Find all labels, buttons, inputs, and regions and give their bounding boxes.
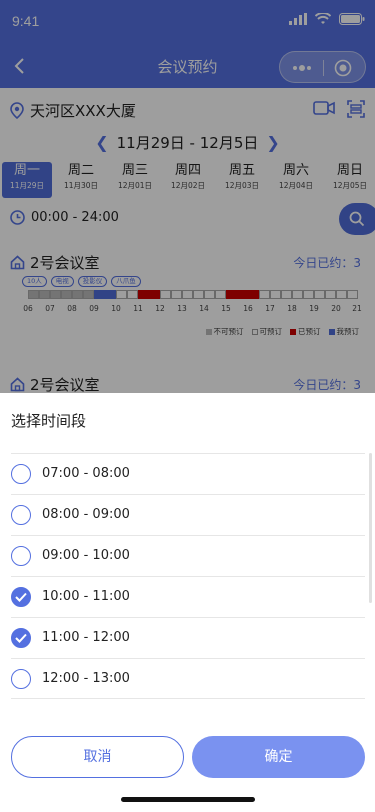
radio-unchecked-icon[interactable] — [11, 546, 31, 566]
time-slot-label: 08:00 - 09:00 — [42, 507, 130, 522]
home-indicator — [121, 797, 255, 802]
confirm-button[interactable]: 确定 — [192, 736, 365, 778]
radio-unchecked-icon[interactable] — [11, 505, 31, 525]
time-slot-option[interactable]: 11:00 - 12:00 — [11, 617, 365, 658]
radio-checked-icon[interactable] — [11, 587, 31, 607]
time-slot-label: 10:00 - 11:00 — [42, 589, 130, 604]
time-slot-label: 09:00 - 10:00 — [42, 548, 130, 563]
time-slot-label: 11:00 - 12:00 — [42, 630, 130, 645]
radio-unchecked-icon[interactable] — [11, 669, 31, 689]
cancel-button[interactable]: 取消 — [11, 736, 184, 778]
radio-checked-icon[interactable] — [11, 628, 31, 648]
time-slot-label: 12:00 - 13:00 — [42, 671, 130, 686]
time-slot-option[interactable]: 08:00 - 09:00 — [11, 494, 365, 535]
radio-unchecked-icon[interactable] — [11, 464, 31, 484]
checkmark-icon — [15, 633, 27, 643]
sheet-title: 选择时间段 — [11, 412, 87, 430]
time-slot-option[interactable]: 09:00 - 10:00 — [11, 535, 365, 576]
time-slot-label: 07:00 - 08:00 — [42, 466, 130, 481]
time-slot-option[interactable]: 10:00 - 11:00 — [11, 576, 365, 617]
time-slot-option[interactable]: 12:00 - 13:00 — [11, 658, 365, 699]
time-slot-option[interactable]: 07:00 - 08:00 — [11, 453, 365, 494]
modal-backdrop[interactable] — [0, 0, 375, 393]
sheet-scrollbar[interactable] — [369, 453, 372, 603]
checkmark-icon — [15, 592, 27, 602]
